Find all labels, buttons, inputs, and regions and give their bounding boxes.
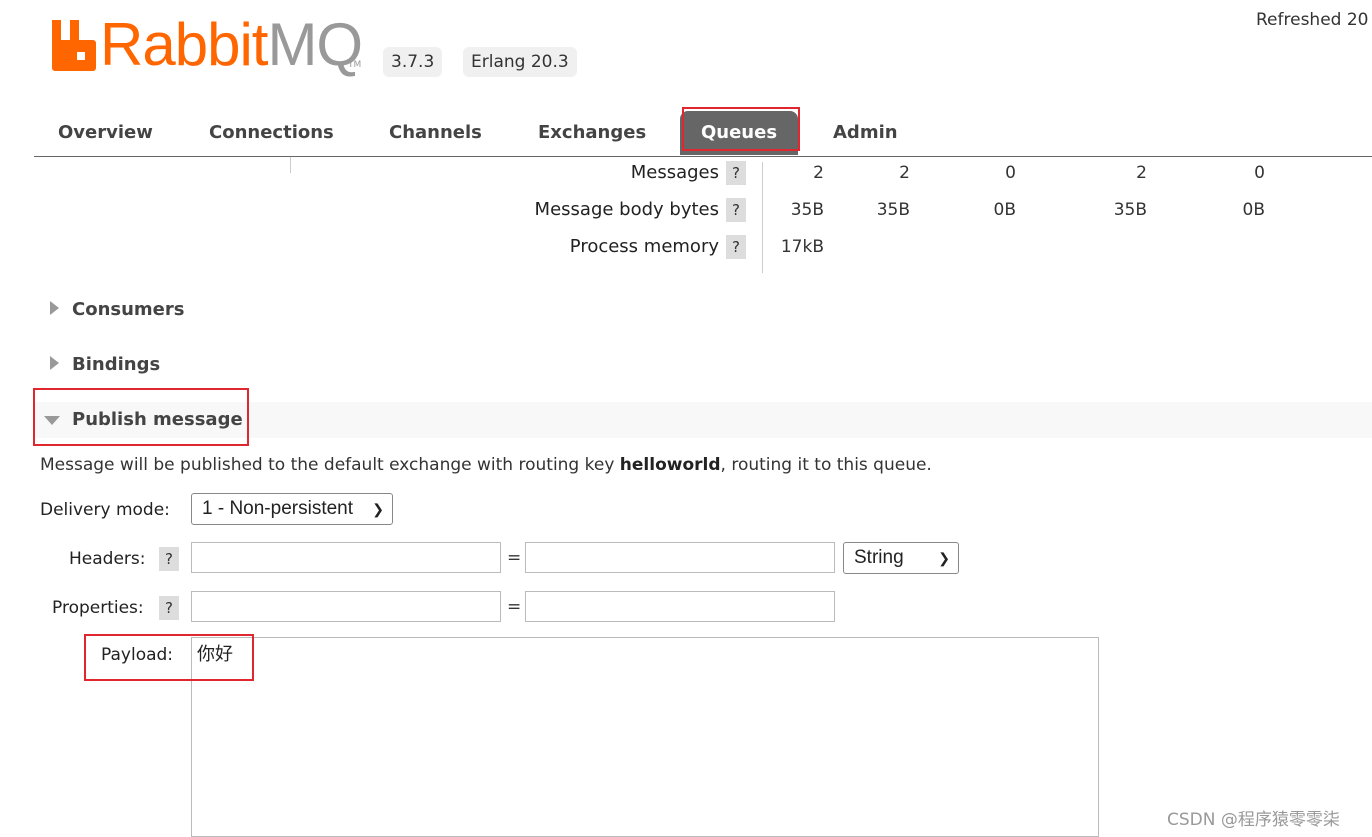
help-button[interactable]: ? xyxy=(726,198,746,222)
stat-value: 2 xyxy=(1136,163,1147,183)
stat-value: 0 xyxy=(1005,163,1016,183)
stat-value: 35B xyxy=(790,200,824,220)
equals-sign: = xyxy=(507,597,522,617)
tab-channels[interactable]: Channels xyxy=(389,122,482,143)
stat-value: 2 xyxy=(813,163,824,183)
expand-arrow-icon[interactable] xyxy=(50,356,59,370)
property-key-input[interactable] xyxy=(191,591,501,622)
tab-exchanges[interactable]: Exchanges xyxy=(538,122,646,143)
publish-description: Message will be published to the default… xyxy=(40,455,932,475)
highlight-queues-tab xyxy=(682,107,800,151)
highlight-publish-message xyxy=(33,388,249,446)
header-key-input[interactable] xyxy=(191,542,501,573)
header-value-input[interactable] xyxy=(525,542,835,573)
property-value-input[interactable] xyxy=(525,591,835,622)
tab-connections[interactable]: Connections xyxy=(209,122,334,143)
tab-admin[interactable]: Admin xyxy=(833,122,898,143)
equals-sign: = xyxy=(507,548,522,568)
logo-trademark: TM xyxy=(348,60,362,70)
help-button[interactable]: ? xyxy=(159,596,179,620)
headers-label: Headers: xyxy=(69,549,146,569)
payload-textarea[interactable]: 你好 xyxy=(191,637,1099,837)
expand-arrow-icon[interactable] xyxy=(50,301,59,315)
stat-value: 35B xyxy=(1113,200,1147,220)
section-bindings[interactable]: Bindings xyxy=(72,354,160,375)
tab-overview[interactable]: Overview xyxy=(58,122,153,143)
routing-key: helloworld xyxy=(619,455,721,475)
chevron-down-icon: ❯ xyxy=(938,550,950,566)
stat-label-process-memory: Process memory xyxy=(569,236,719,257)
help-button[interactable]: ? xyxy=(726,161,746,185)
refreshed-label[interactable]: Refreshed 20 xyxy=(1256,10,1368,30)
highlight-payload xyxy=(84,634,254,681)
tab-divider xyxy=(34,156,1372,157)
watermark: CSDN @程序猿零零柒 xyxy=(1167,810,1340,830)
stat-value: 2 xyxy=(899,163,910,183)
help-button[interactable]: ? xyxy=(159,547,179,571)
header-type-select[interactable]: String ❯ xyxy=(843,542,959,574)
stat-value: 17kB xyxy=(780,237,824,257)
stat-value: 0 xyxy=(1254,163,1265,183)
stats-divider xyxy=(762,162,763,273)
stat-value: 0B xyxy=(993,200,1016,220)
stat-value: 35B xyxy=(876,200,910,220)
properties-label: Properties: xyxy=(52,598,144,618)
stat-value: 0B xyxy=(1242,200,1265,220)
delivery-mode-label: Delivery mode: xyxy=(40,500,170,520)
stat-label-body-bytes: Message body bytes xyxy=(534,199,719,220)
stat-label-messages: Messages xyxy=(630,162,719,183)
logo-text: RabbitMQ xyxy=(100,11,363,78)
delivery-mode-select[interactable]: 1 - Non-persistent ❯ xyxy=(191,493,393,525)
section-consumers[interactable]: Consumers xyxy=(72,299,184,320)
erlang-badge: Erlang 20.3 xyxy=(463,47,577,77)
help-button[interactable]: ? xyxy=(726,235,746,259)
chevron-down-icon: ❯ xyxy=(372,501,384,517)
divider-line xyxy=(290,157,291,173)
version-badge: 3.7.3 xyxy=(383,47,443,77)
rabbitmq-logo-icon xyxy=(52,20,96,71)
